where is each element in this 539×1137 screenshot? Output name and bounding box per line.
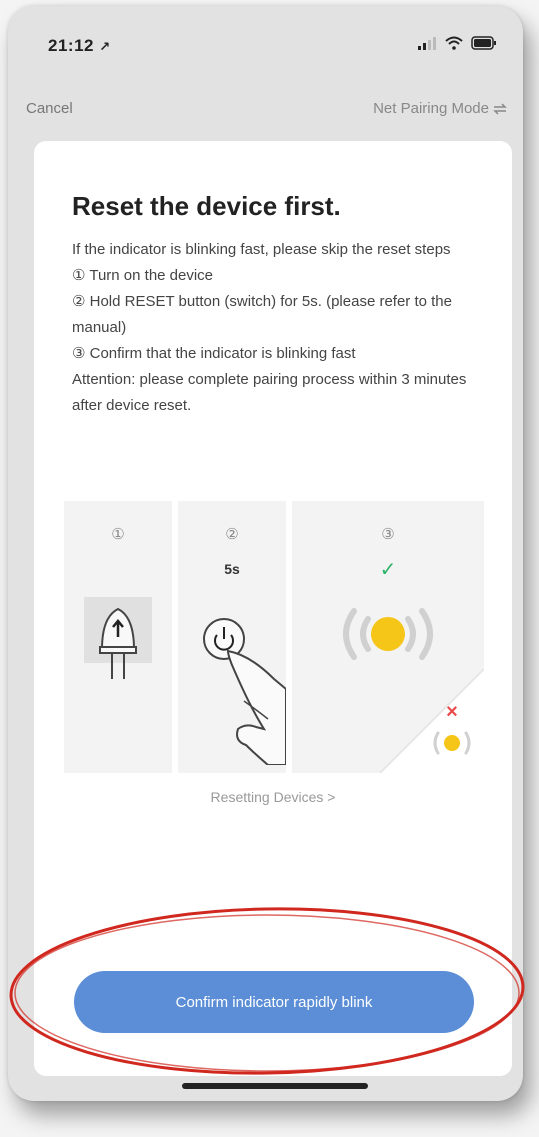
resetting-devices-link[interactable]: Resetting Devices > [34,789,512,805]
step-1-panel: ① [64,501,172,773]
net-pairing-mode-label: Net Pairing Mode [373,100,489,117]
instruction-step-2: ② Hold RESET button (switch) for 5s. (pl… [72,293,452,336]
nav-bar: Cancel Net Pairing Mode [8,92,523,132]
wifi-icon [445,36,463,50]
instruction-attention: Attention: please complete pairing proce… [72,371,467,414]
hold-duration-label: 5s [224,561,240,577]
status-bar: 21:12 ↗ [8,6,523,76]
signal-icon [418,37,436,50]
page-title: Reset the device first. [72,191,341,221]
step-2-number: ② [225,526,239,543]
battery-icon [471,36,496,50]
step-1-number: ① [111,526,125,543]
instruction-list: If the indicator is blinking fast, pleas… [72,237,482,419]
cancel-button[interactable]: Cancel [26,100,73,117]
swap-icon [493,102,507,115]
step-2-panel: ② 5s [178,501,286,773]
step-3-panel: ③ ✓ × [292,501,484,773]
instruction-step-3: ③ Confirm that the indicator is blinking… [72,345,356,362]
reset-illustration: ① ② 5s ③ ✓ × [64,501,484,773]
location-arrow-icon: ↗ [99,39,111,54]
power-plug-icon [84,597,152,679]
highlight-ring-annotation [9,907,525,1075]
slow-blink-indicator-icon [433,731,471,755]
cross-icon: × [446,701,458,723]
instruction-skip: If the indicator is blinking fast, pleas… [72,241,451,258]
net-pairing-mode-button[interactable]: Net Pairing Mode [373,100,507,117]
press-button-hand-icon [203,618,286,765]
instruction-step-1: ① Turn on the device [72,267,214,284]
status-time: 21:12 ↗ [48,36,111,55]
status-icons [417,36,497,50]
